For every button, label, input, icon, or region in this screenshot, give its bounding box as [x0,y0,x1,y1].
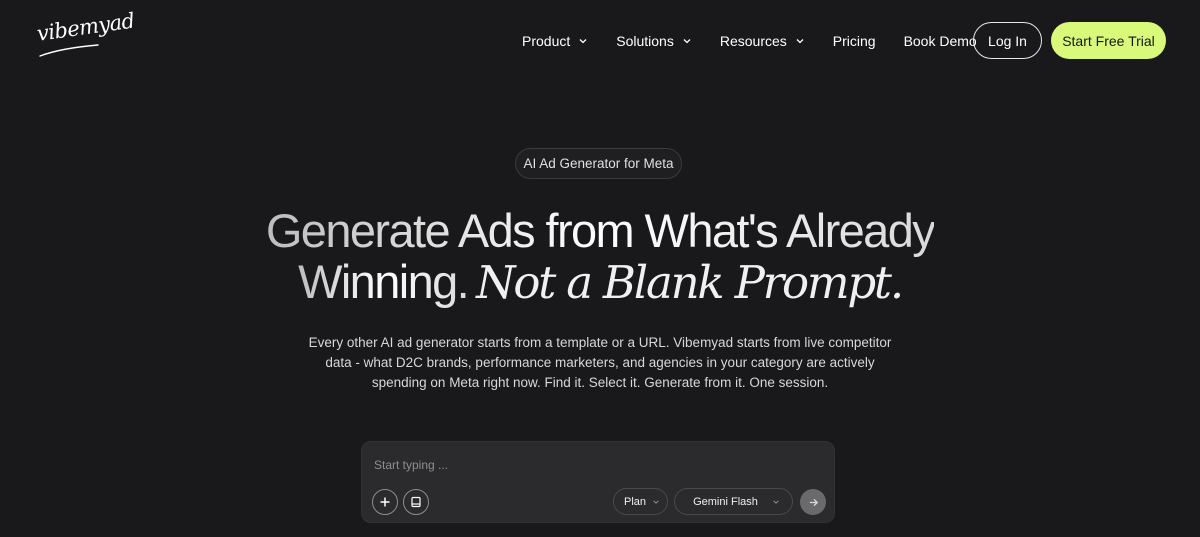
nav-item-label: Solutions [616,32,674,49]
landing-page: vibemyad Product Solutions Resources Pri… [0,0,1200,537]
hero-headline-line-2: Winning. Not a Blank Prompt. [0,254,1200,309]
prompt-box: Plan Gemini Flash [361,441,835,523]
chevron-down-icon [773,499,779,504]
plan-select-label: Plan [624,495,647,508]
nav-item-pricing[interactable]: Pricing [819,33,890,49]
nav-item-solutions[interactable]: Solutions [602,33,706,49]
add-attachment-button[interactable] [372,489,398,515]
nav-item-label: Resources [719,32,787,49]
start-free-trial-button[interactable]: Start Free Trial [1051,22,1166,59]
chevron-down-icon [683,38,691,43]
hero-badge: AI Ad Generator for Meta [515,148,682,179]
chevron-down-icon [796,38,804,43]
login-button[interactable]: Log In [973,22,1042,59]
prompt-input[interactable] [374,455,814,475]
nav-item-label: Book Demo [903,32,977,49]
template-button[interactable] [403,489,429,515]
brand-logo[interactable]: vibemyad [35,8,136,45]
nav-item-label: Pricing [832,32,876,49]
nav-item-product[interactable]: Product [508,33,602,49]
nav-item-resources[interactable]: Resources [706,33,819,49]
headline-text: Generate Ads from What's Already [265,204,936,257]
subtext-line: Every other AI ad generator starts from … [308,335,892,350]
logo-swash-icon [39,44,99,57]
hero-headline-line-1: Generate Ads from What's Already [0,203,1200,258]
subtext-line: data - what D2C brands, performance mark… [325,355,875,370]
main-nav: Product Solutions Resources Pricing Book… [508,22,991,59]
subtext-line: spending on Meta right now. Find it. Sel… [371,375,829,390]
nav-item-label: Product [522,32,571,49]
send-button[interactable] [800,489,826,515]
hero-subtext: Every other AI ad generator starts from … [300,333,900,393]
model-select[interactable]: Gemini Flash [674,488,793,515]
document-icon [411,496,421,508]
plus-icon [380,497,390,507]
headline-accent-text: Not a Blank Prompt. [476,256,904,309]
chevron-down-icon [579,38,587,43]
plan-select[interactable]: Plan [613,488,668,515]
model-select-label: Gemini Flash [693,495,758,508]
arrow-right-icon [809,498,818,506]
headline-text: Winning. [298,255,470,308]
chevron-down-icon [653,499,659,504]
